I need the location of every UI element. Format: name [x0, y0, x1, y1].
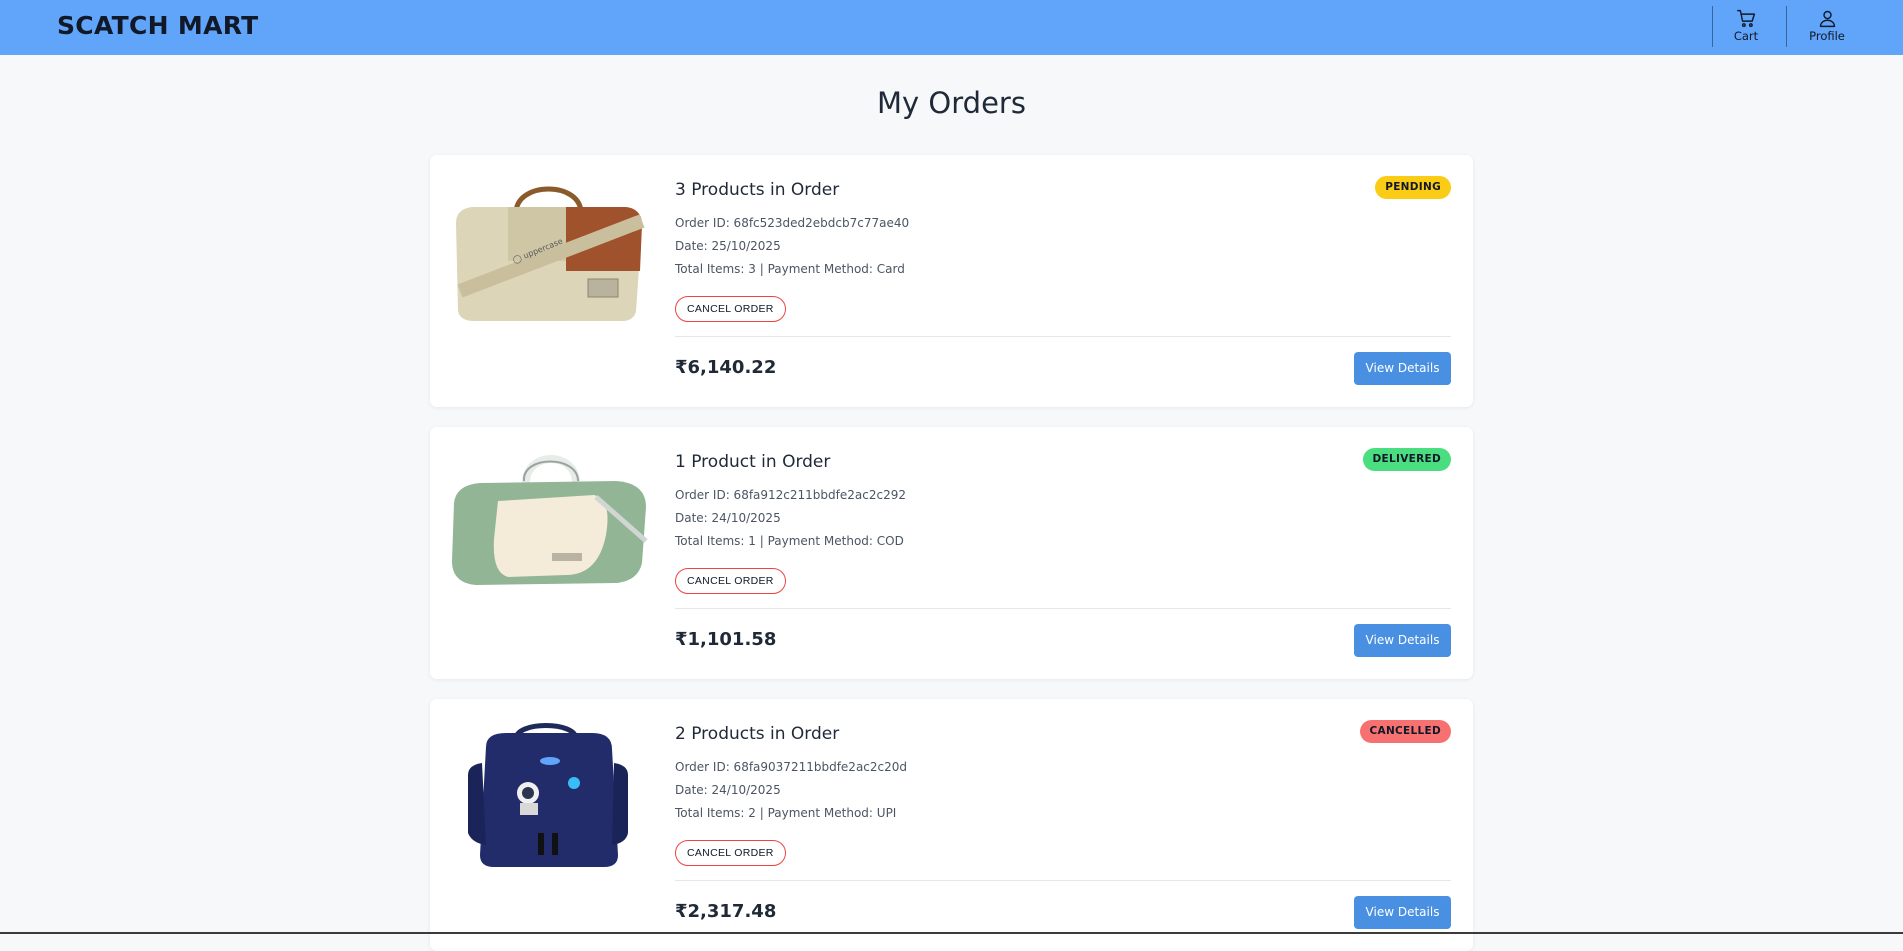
order-info: 1 Product in Order Order ID: 68fa912c211…	[675, 427, 1451, 679]
order-id: Order ID: 68fa9037211bbdfe2ac2c20d	[675, 760, 908, 774]
order-card: 2 Products in Order Order ID: 68fa903721…	[430, 699, 1473, 951]
order-id: Order ID: 68fa912c211bbdfe2ac2c292	[675, 488, 906, 502]
cart-nav-button[interactable]: Cart	[1711, 6, 1781, 48]
order-date: Date: 24/10/2025	[675, 511, 781, 525]
order-items-payment: Total Items: 2 | Payment Method: UPI	[675, 806, 897, 820]
order-title: 2 Products in Order	[675, 724, 840, 744]
page-title: My Orders	[877, 86, 1026, 120]
order-date: Date: 24/10/2025	[675, 783, 781, 797]
order-title: 3 Products in Order	[675, 180, 840, 200]
cancel-order-button[interactable]: CANCEL ORDER	[675, 568, 786, 594]
cart-label: Cart	[1733, 29, 1759, 43]
user-icon	[1819, 10, 1835, 28]
order-items-payment: Total Items: 3 | Payment Method: Card	[675, 262, 905, 276]
order-total-price: ₹6,140.22	[675, 357, 777, 378]
order-total-price: ₹2,317.48	[675, 901, 777, 922]
cancel-order-button[interactable]: CANCEL ORDER	[675, 840, 786, 866]
nav-separator	[1786, 6, 1787, 47]
brand-logo[interactable]: SCATCH MART	[57, 11, 259, 40]
navbar: SCATCH MART Cart Profile	[0, 0, 1903, 55]
order-card: 1 Product in Order Order ID: 68fa912c211…	[430, 427, 1473, 679]
view-details-button[interactable]: View Details	[1354, 352, 1451, 385]
view-details-button[interactable]: View Details	[1354, 624, 1451, 657]
order-info: 2 Products in Order Order ID: 68fa903721…	[675, 699, 1451, 951]
order-date: Date: 25/10/2025	[675, 239, 781, 253]
order-items-payment: Total Items: 1 | Payment Method: COD	[675, 534, 904, 548]
status-badge: DELIVERED	[1362, 448, 1451, 471]
product-image[interactable]	[446, 443, 651, 598]
divider	[675, 336, 1451, 337]
status-badge: CANCELLED	[1359, 720, 1451, 743]
order-id: Order ID: 68fc523ded2ebdcb7c77ae40	[675, 216, 910, 230]
status-badge: PENDING	[1375, 176, 1451, 199]
order-title: 1 Product in Order	[675, 452, 831, 472]
divider	[675, 880, 1451, 881]
profile-label: Profile	[1809, 29, 1845, 43]
order-total-price: ₹1,101.58	[675, 629, 777, 650]
cancel-order-button[interactable]: CANCEL ORDER	[675, 296, 786, 322]
view-details-button[interactable]: View Details	[1354, 896, 1451, 929]
product-image[interactable]: ◯ uppercase	[446, 171, 651, 326]
order-card: ◯ uppercase 3 Products in Order Order ID…	[430, 155, 1473, 407]
cart-icon	[1736, 9, 1755, 27]
profile-nav-button[interactable]: Profile	[1792, 6, 1862, 48]
order-info: 3 Products in Order Order ID: 68fc523ded…	[675, 155, 1451, 407]
divider	[675, 608, 1451, 609]
product-image[interactable]	[446, 715, 651, 870]
